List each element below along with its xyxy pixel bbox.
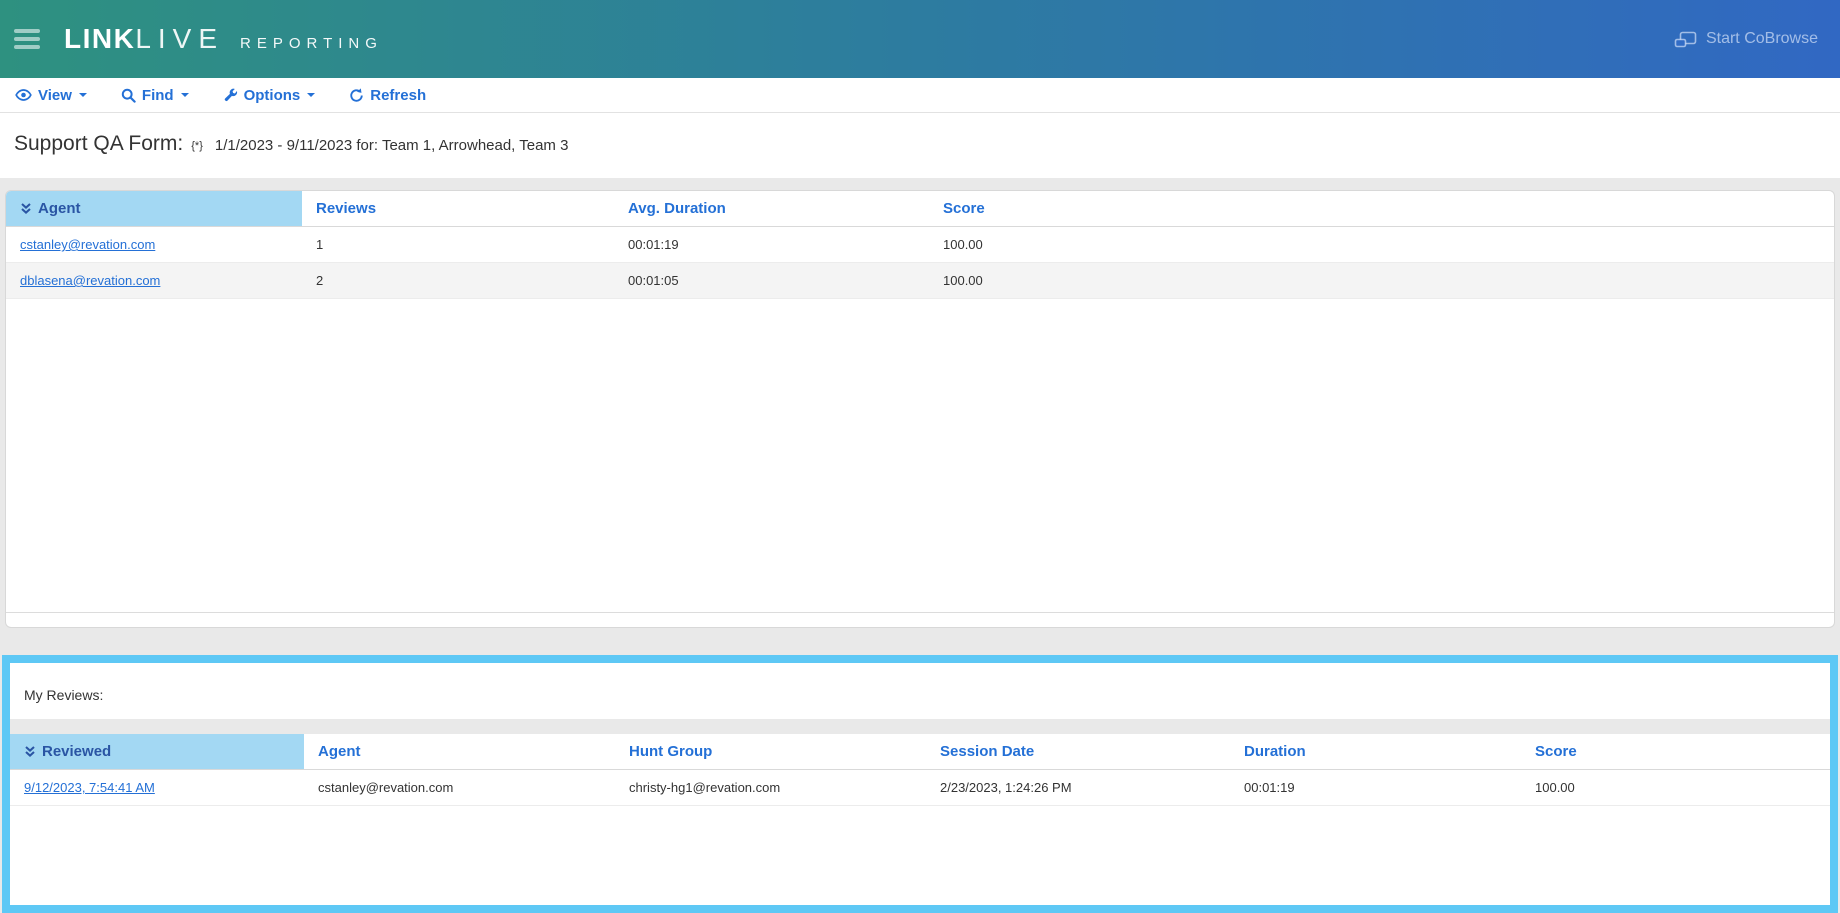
refresh-button[interactable]: Refresh: [349, 87, 426, 104]
logo-live: LIVE: [135, 23, 224, 55]
score-cell: 100.00: [929, 237, 1834, 252]
agent-cell: cstanley@revation.com: [304, 780, 615, 795]
logo-link: LINK: [64, 23, 135, 55]
column-header-agent-label: Agent: [318, 743, 361, 760]
content-area: Agent Reviews Avg. Duration Score cstanl…: [0, 178, 1840, 913]
find-menu-label: Find: [142, 87, 174, 104]
table-row: 9/12/2023, 7:54:41 AM cstanley@revation.…: [10, 770, 1830, 806]
reviewed-cell: 9/12/2023, 7:54:41 AM: [10, 780, 304, 795]
score-cell: 100.00: [1521, 780, 1830, 795]
column-header-reviewed-label: Reviewed: [42, 743, 111, 760]
find-menu-button[interactable]: Find: [121, 87, 189, 104]
app-logo: LINKLIVE REPORTING: [64, 23, 383, 55]
column-header-agent[interactable]: Agent: [304, 734, 615, 769]
wrench-icon: [223, 88, 238, 103]
caret-down-icon: [307, 93, 315, 97]
my-reviews-section: My Reviews: Reviewed Agent Hunt Group Se…: [2, 655, 1838, 913]
agent-cell: cstanley@revation.com: [6, 237, 302, 252]
refresh-icon: [349, 88, 364, 103]
title-badge: {*}: [191, 140, 203, 152]
section-divider: [10, 719, 1830, 734]
column-header-duration-label: Duration: [1244, 743, 1306, 760]
column-header-session-date-label: Session Date: [940, 743, 1034, 760]
menu-hamburger-icon[interactable]: [14, 29, 40, 49]
options-menu-button[interactable]: Options: [223, 87, 316, 104]
start-cobrowse-label: Start CoBrowse: [1706, 30, 1818, 48]
report-range-subtitle: 1/1/2023 - 9/11/2023 for: Team 1, Arrowh…: [215, 137, 569, 154]
search-icon: [121, 88, 136, 103]
column-header-score[interactable]: Score: [1521, 734, 1830, 769]
my-reviews-table-header-row: Reviewed Agent Hunt Group Session Date D…: [10, 734, 1830, 770]
options-menu-label: Options: [244, 87, 301, 104]
logo-reporting: REPORTING: [240, 35, 383, 52]
caret-down-icon: [181, 93, 189, 97]
table-empty-area: [6, 299, 1834, 613]
table-row: cstanley@revation.com 1 00:01:19 100.00: [6, 227, 1834, 263]
caret-down-icon: [79, 93, 87, 97]
refresh-label: Refresh: [370, 87, 426, 104]
view-menu-label: View: [38, 87, 72, 104]
sort-descending-icon: [24, 745, 36, 758]
column-header-reviews-label: Reviews: [316, 200, 376, 217]
column-header-hunt-group[interactable]: Hunt Group: [615, 734, 926, 769]
sort-descending-icon: [20, 202, 32, 215]
session-date-cell: 2/23/2023, 1:24:26 PM: [926, 780, 1230, 795]
column-header-agent[interactable]: Agent: [6, 191, 302, 226]
avg-duration-cell: 00:01:05: [614, 273, 929, 288]
agents-table-header-row: Agent Reviews Avg. Duration Score: [6, 191, 1834, 227]
hunt-group-cell: christy-hg1@revation.com: [615, 780, 926, 795]
table-row: dblasena@revation.com 2 00:01:05 100.00: [6, 263, 1834, 299]
start-cobrowse-button[interactable]: Start CoBrowse: [1674, 30, 1818, 48]
page-title-row: Support QA Form: {*} 1/1/2023 - 9/11/202…: [0, 113, 1840, 178]
eye-icon: [15, 88, 32, 102]
column-header-hunt-group-label: Hunt Group: [629, 743, 712, 760]
reviews-cell: 1: [302, 237, 614, 252]
column-header-avg-duration-label: Avg. Duration: [628, 200, 726, 217]
column-header-session-date[interactable]: Session Date: [926, 734, 1230, 769]
agent-cell: dblasena@revation.com: [6, 273, 302, 288]
duration-cell: 00:01:19: [1230, 780, 1521, 795]
column-header-score-label: Score: [1535, 743, 1577, 760]
agents-summary-panel: Agent Reviews Avg. Duration Score cstanl…: [5, 190, 1835, 628]
my-reviews-label: My Reviews:: [10, 663, 1830, 719]
avg-duration-cell: 00:01:19: [614, 237, 929, 252]
score-cell: 100.00: [929, 273, 1834, 288]
column-header-reviewed[interactable]: Reviewed: [10, 734, 304, 769]
app-header: LINKLIVE REPORTING Start CoBrowse: [0, 0, 1840, 78]
column-header-score[interactable]: Score: [929, 191, 1834, 226]
agent-link[interactable]: dblasena@revation.com: [20, 273, 160, 288]
column-header-score-label: Score: [943, 200, 985, 217]
page-title: Support QA Form:: [14, 132, 183, 156]
toolbar: View Find Options Refresh: [0, 78, 1840, 113]
reviews-cell: 2: [302, 273, 614, 288]
cobrowse-screen-icon: [1674, 31, 1697, 48]
view-menu-button[interactable]: View: [15, 87, 87, 104]
column-header-avg-duration[interactable]: Avg. Duration: [614, 191, 929, 226]
reviewed-link[interactable]: 9/12/2023, 7:54:41 AM: [24, 780, 155, 795]
column-header-reviews[interactable]: Reviews: [302, 191, 614, 226]
column-header-duration[interactable]: Duration: [1230, 734, 1521, 769]
column-header-agent-label: Agent: [38, 200, 81, 217]
agent-link[interactable]: cstanley@revation.com: [20, 237, 155, 252]
